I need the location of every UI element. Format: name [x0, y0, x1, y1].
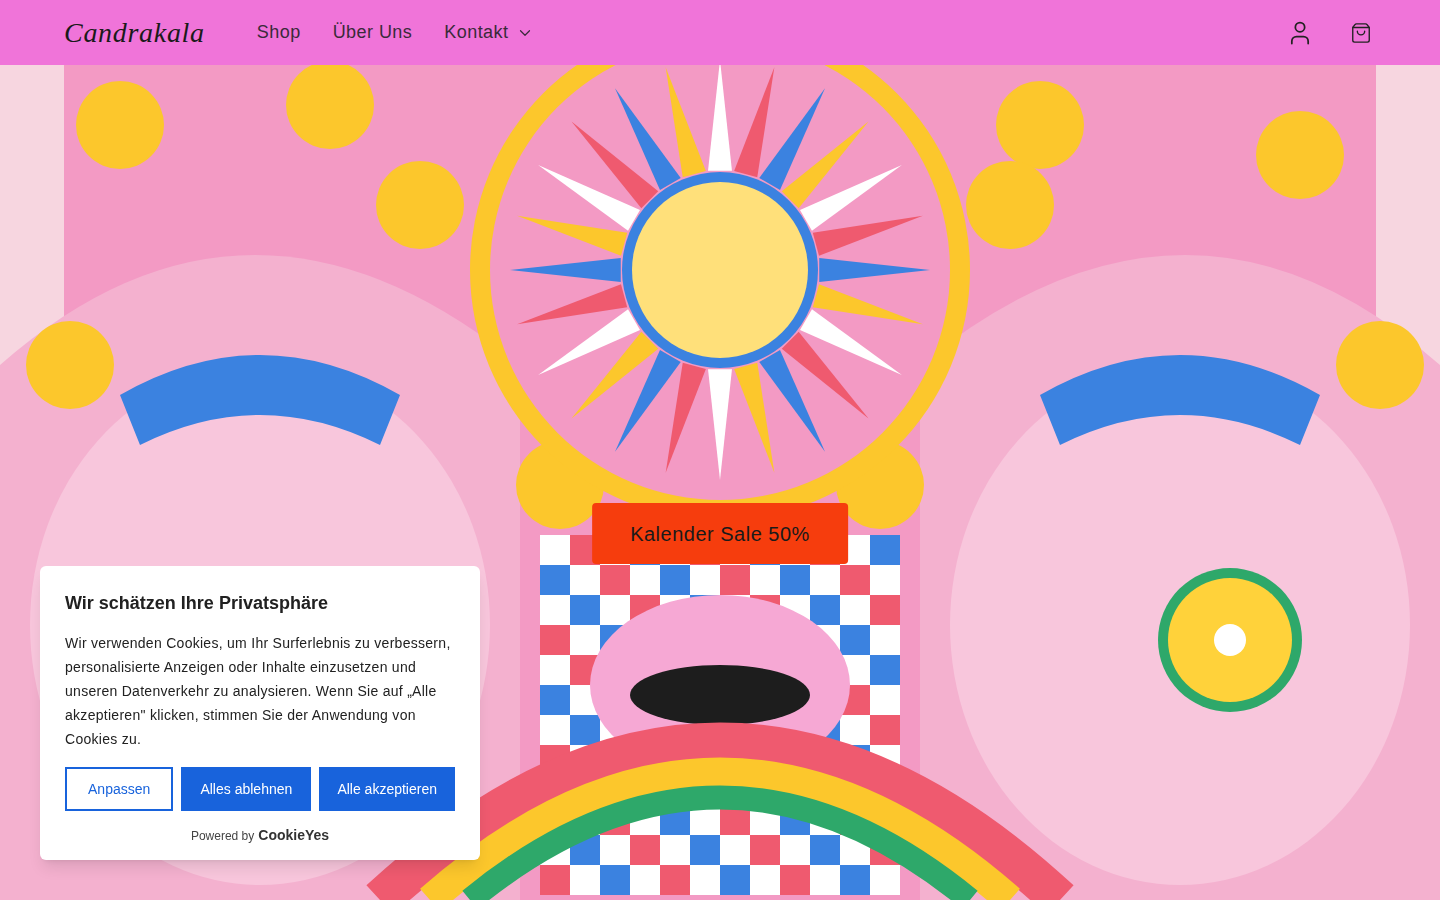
cookie-text: Wir verwenden Cookies, um Ihr Surferlebn… [65, 631, 455, 751]
cookieyes-logo: CookieYes [258, 825, 329, 846]
cookie-banner: Wir schätzen Ihre Privatsphäre Wir verwen… [40, 566, 480, 860]
cart-button[interactable] [1346, 18, 1376, 48]
nav-item[interactable]: Über Uns [317, 11, 429, 54]
powered-by: Powered byCookieYes [65, 825, 455, 846]
cookie-button[interactable]: Alles ablehnen [181, 767, 311, 811]
account-button[interactable] [1282, 15, 1318, 51]
cookie-title: Wir schätzen Ihre Privatsphäre [65, 590, 455, 617]
cookie-button[interactable]: Alle akzeptieren [319, 767, 455, 811]
bag-icon [1350, 22, 1372, 44]
chevron-down-icon [516, 24, 534, 42]
nav-item[interactable]: Kontakt [428, 11, 550, 54]
page: Candrakala ShopÜber UnsKontakt Kalender Sa… [0, 0, 1440, 900]
main-nav: ShopÜber UnsKontakt [241, 11, 551, 54]
cookie-button[interactable]: Anpassen [65, 767, 173, 811]
header: Candrakala ShopÜber UnsKontakt [0, 0, 1440, 65]
sale-button[interactable]: Kalender Sale 50% [592, 503, 848, 564]
nav-item[interactable]: Shop [241, 11, 317, 54]
user-icon [1286, 19, 1314, 47]
logo[interactable]: Candrakala [64, 12, 205, 54]
